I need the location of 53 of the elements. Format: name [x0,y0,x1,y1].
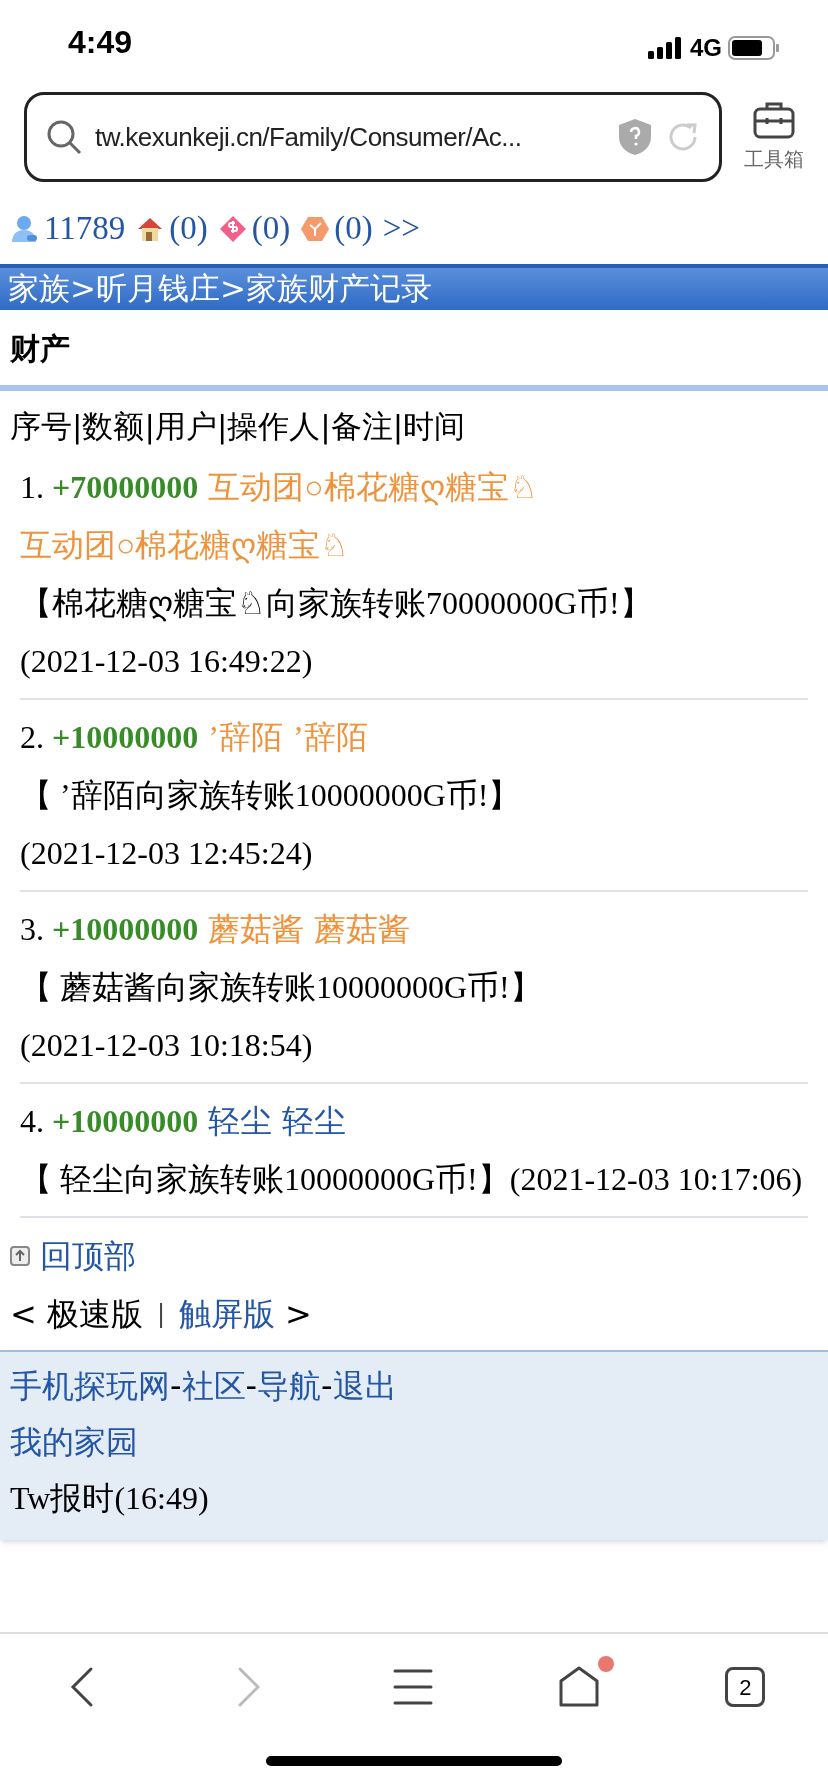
network-label: 4G [690,33,722,63]
toolbox-icon [752,100,796,140]
record-index: 3. [20,910,44,949]
toolbox-button[interactable]: 工具箱 [744,100,804,174]
record-note: 【 轻尘向家族转账10000000G币!】 [20,1160,510,1199]
footer-link[interactable]: 退出 [332,1362,397,1410]
column-header: 序号|数额|用户|操作人|备注|时间 [10,407,466,444]
search-icon [45,118,83,156]
url-text: tw.kexunkeji.cn/Family/Consumer/Ac... [95,120,523,154]
home-icon[interactable] [558,1666,601,1708]
back-to-top-link[interactable]: 回顶部 [40,1232,136,1280]
stat-link[interactable]: (0) [251,204,291,254]
section-title: 财产 [10,330,70,366]
tabs-button[interactable]: 2 [725,1667,766,1707]
record-operator[interactable]: 轻尘 [282,1092,347,1150]
battery-icon [728,36,780,60]
record-note: 【 ’辞陌向家族转账10000000G币!】 [20,776,521,815]
record-index: 2. [20,718,44,757]
record-amount: +10000000 [52,1102,199,1141]
record-time: (2021-12-03 10:17:06) [509,1160,803,1199]
home-link[interactable]: 我的家园 [10,1418,818,1466]
record-user[interactable]: 轻尘 [208,1092,273,1150]
record-index: 4. [20,1102,44,1141]
clock-text: Tw报时(16:49) [10,1479,210,1518]
breadcrumb-bar: 家族>昕月钱庄>家族财产记录 [0,263,828,310]
record-note: 【棉花糖ღ糖宝♘向家族转账70000000G币!】 [20,584,652,624]
record-amount: +10000000 [52,910,199,949]
separator: - [245,1366,258,1407]
version-label: > [285,1294,312,1335]
touch-version-link[interactable]: 触屏版 [179,1290,276,1338]
status-time: 4:49 [68,23,133,62]
stat-link[interactable]: (0) [169,204,208,254]
more-link[interactable]: >> [382,204,420,254]
menu-icon[interactable] [392,1667,433,1707]
footer-link[interactable]: 社区 [181,1362,246,1410]
signal-icon [648,37,684,59]
record-note: 【 蘑菇酱向家族转账10000000G币!】 [20,968,542,1007]
record-time: (2021-12-03 10:18:54) [20,1026,313,1065]
record-time: (2021-12-03 16:49:22) [20,642,313,681]
stat-link[interactable]: (0) [334,204,373,254]
user-icon [10,213,40,244]
back-to-top-icon [10,1246,30,1266]
version-label: < 极速版 [10,1294,143,1335]
footer-link[interactable]: 手机探玩网 [10,1362,170,1410]
record-amount: +70000000 [52,468,199,507]
record-amount: +10000000 [52,718,199,757]
separator: | [156,1299,167,1330]
record-time: (2021-12-03 12:45:24) [20,834,313,873]
footer-link[interactable]: 导航 [257,1362,322,1410]
record-index: 1. [20,468,44,507]
separator: - [170,1366,182,1407]
stat-link[interactable]: 11789 [44,204,126,254]
separator: - [321,1366,333,1407]
